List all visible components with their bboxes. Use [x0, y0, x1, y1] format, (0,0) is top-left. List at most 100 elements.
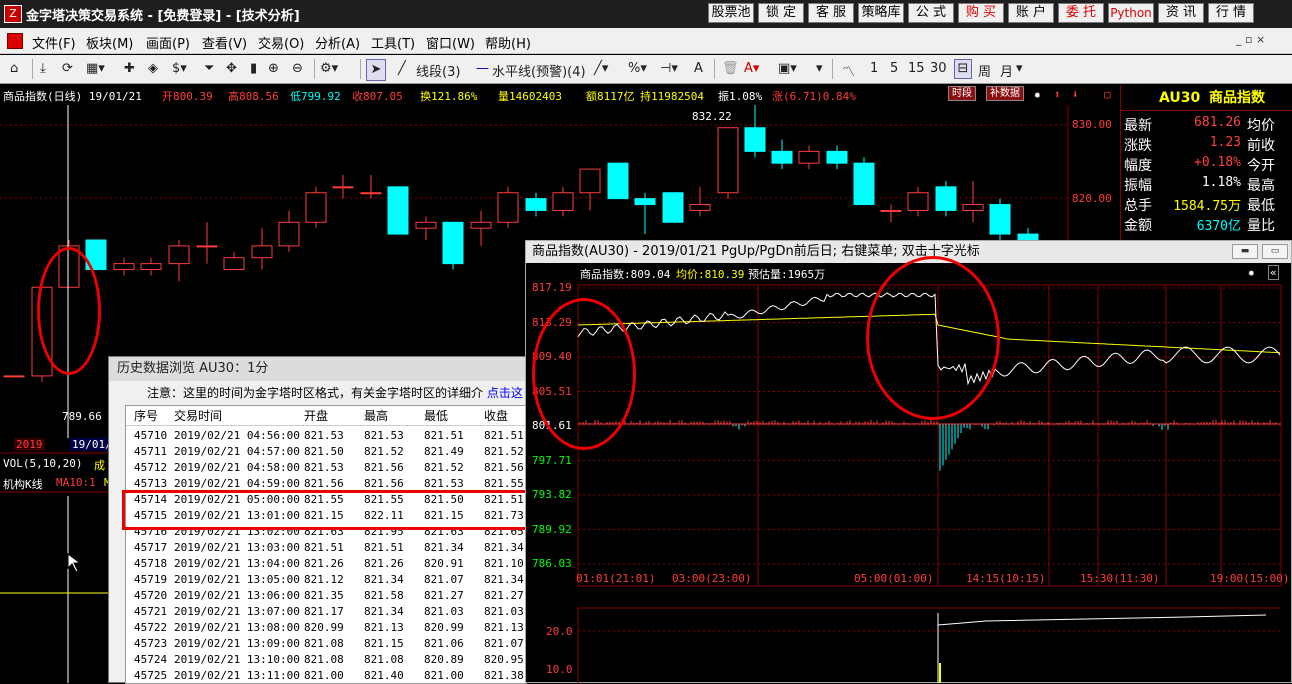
line-segment-icon[interactable]: ╱: [398, 61, 406, 76]
buy-button[interactable]: 购 买: [958, 3, 1004, 23]
vertical-bar-icon[interactable]: ⊣▾: [660, 61, 678, 76]
candle-body: [608, 163, 628, 198]
table-cell: 821.56: [304, 477, 344, 490]
save-icon[interactable]: ▣▾: [778, 61, 797, 76]
menu-screen[interactable]: 画面(P): [146, 33, 190, 52]
menu-trade[interactable]: 交易(O): [258, 33, 304, 52]
menu-help[interactable]: 帮助(H): [485, 33, 531, 52]
highlight-rectangle: [122, 490, 528, 530]
gear-icon[interactable]: ✹: [1034, 88, 1041, 101]
period-more-icon[interactable]: ▾: [1016, 61, 1023, 76]
quotes-button[interactable]: 行 情: [1208, 3, 1254, 23]
table-row[interactable]: 45722 2019/02/21 13:08:00 820.99 821.13 820.…: [126, 620, 527, 636]
arrow-down-icon[interactable]: ⬇: [1072, 88, 1079, 101]
intraday-title[interactable]: 商品指数(AU30) - 2019/01/21 PgUp/PgDn前后日; 右键…: [526, 241, 1291, 263]
menu-analysis[interactable]: 分析(A): [315, 33, 360, 52]
table-cell: 820.89: [424, 653, 464, 666]
text-tool-icon[interactable]: A: [694, 61, 703, 76]
python-button[interactable]: Python: [1108, 3, 1154, 23]
horizontal-line-tool[interactable]: 水平线(预警)(4): [492, 61, 586, 80]
lock-button[interactable]: 锁 定: [758, 3, 804, 23]
table-row[interactable]: 45724 2019/02/21 13:10:00 821.08 821.08 820.…: [126, 652, 527, 668]
menu-window[interactable]: 窗口(W): [426, 33, 475, 52]
col-index[interactable]: 序号: [134, 407, 158, 424]
formula-button[interactable]: 公 式: [908, 3, 954, 23]
percent-icon[interactable]: %▾: [628, 61, 647, 76]
history-note-link[interactable]: 点击这: [487, 386, 523, 400]
col-high[interactable]: 最高: [364, 407, 388, 424]
plus-icon[interactable]: ✚: [124, 61, 135, 76]
table-row[interactable]: 45720 2019/02/21 13:06:00 821.35 821.58 821.…: [126, 588, 527, 604]
bar-icon[interactable]: ▮: [250, 61, 257, 76]
table-row[interactable]: 45721 2019/02/21 13:07:00 821.17 821.34 821.…: [126, 604, 527, 620]
quote-key2: 均价: [1247, 115, 1275, 135]
col-close[interactable]: 收盘: [484, 407, 508, 424]
table-row[interactable]: 45725 2019/02/21 13:11:00 821.00 821.40 821.…: [126, 668, 527, 684]
col-open[interactable]: 开盘: [304, 407, 328, 424]
fill-data-badge[interactable]: 补数据: [986, 86, 1024, 101]
candle-body: [635, 199, 655, 205]
dollar-icon[interactable]: $▾: [172, 61, 187, 76]
more-icon[interactable]: ▾: [816, 61, 823, 76]
arrow-up-icon[interactable]: ⬆: [1054, 88, 1061, 101]
table-row[interactable]: 45711 2019/02/21 04:57:00 821.50 821.52 821.…: [126, 444, 527, 460]
period-15[interactable]: 15: [908, 61, 925, 76]
period-5[interactable]: 5: [890, 61, 898, 76]
candle-body: [197, 246, 217, 247]
table-row[interactable]: 45717 2019/02/21 13:03:00 821.51 821.51 821.…: [126, 540, 527, 556]
news-button[interactable]: 资 讯: [1158, 3, 1204, 23]
quote-key: 涨跌: [1124, 135, 1152, 155]
restore-button[interactable]: ▭: [1262, 244, 1288, 259]
zoom-in-icon[interactable]: ⊕: [268, 61, 279, 76]
table-row[interactable]: 45718 2019/02/21 13:04:00 821.26 821.26 820.…: [126, 556, 527, 572]
line-chart-icon[interactable]: 〽: [842, 61, 855, 80]
menu-file[interactable]: 文件(F): [32, 33, 76, 52]
font-color-icon[interactable]: A▾: [744, 61, 759, 76]
table-row[interactable]: 45719 2019/02/21 13:05:00 821.12 821.34 821.…: [126, 572, 527, 588]
settings-icon[interactable]: ⚙▾: [320, 61, 338, 76]
window-controls[interactable]: _ ▫ ×: [1236, 33, 1265, 46]
col-low[interactable]: 最低: [424, 407, 448, 424]
order-button[interactable]: 委 托: [1058, 3, 1104, 23]
minimize-button[interactable]: ▬: [1232, 244, 1258, 259]
horizontal-line-icon[interactable]: —: [476, 61, 489, 76]
support-button[interactable]: 客 服: [808, 3, 854, 23]
table-row[interactable]: 45710 2019/02/21 04:56:00 821.53 821.53 821.…: [126, 428, 527, 444]
app-menu-icon[interactable]: [7, 33, 23, 49]
candle-body: [224, 258, 244, 270]
collapse-icon[interactable]: «: [1268, 265, 1279, 280]
stock-pool-button[interactable]: 股票池: [708, 3, 754, 23]
menu-tools[interactable]: 工具(T): [371, 33, 415, 52]
line-segment-tool[interactable]: 线段(3): [416, 61, 460, 80]
intraday-gear-icon[interactable]: ✹: [1248, 266, 1255, 279]
home-icon[interactable]: ⌂: [10, 61, 18, 76]
strategy-library-button[interactable]: 策略库: [858, 3, 904, 23]
history-dialog-title[interactable]: 历史数据浏览 AU30：1分: [109, 357, 527, 381]
download-icon[interactable]: ⤓: [40, 61, 46, 76]
refresh-icon[interactable]: ⟳: [62, 61, 73, 76]
period-week[interactable]: 周: [978, 61, 991, 80]
zoom-out-icon[interactable]: ⊖: [292, 61, 303, 76]
col-time[interactable]: 交易时间: [174, 407, 222, 424]
maximize-icon[interactable]: ▢: [1104, 88, 1111, 101]
diamond-icon[interactable]: ◈: [148, 61, 158, 76]
chart-name: 商品指数(日线) 19/01/21: [3, 88, 142, 104]
period-30[interactable]: 30: [930, 61, 947, 76]
period-1[interactable]: 1: [870, 61, 878, 76]
grid-icon[interactable]: ▦▾: [86, 61, 105, 76]
table-row[interactable]: 45723 2019/02/21 13:09:00 821.08 821.15 821.…: [126, 636, 527, 652]
history-table[interactable]: 序号 交易时间 开盘 最高 最低 收盘 45710 2019/02/21 04:5…: [125, 405, 527, 684]
pointer-tool-icon[interactable]: ➤: [366, 59, 386, 81]
lower-chart[interactable]: [0, 436, 110, 683]
period-month[interactable]: 月: [1000, 61, 1013, 80]
menu-view[interactable]: 查看(V): [202, 33, 247, 52]
trash-icon[interactable]: 🗑: [722, 61, 739, 76]
table-row[interactable]: 45712 2019/02/21 04:58:00 821.53 821.56 821.…: [126, 460, 527, 476]
timeshare-badge[interactable]: 时段: [948, 86, 976, 101]
menu-sector[interactable]: 板块(M): [86, 33, 133, 52]
account-button[interactable]: 账 户: [1008, 3, 1054, 23]
daily-period-icon[interactable]: ⊟: [954, 59, 972, 79]
filter-icon[interactable]: ⏷: [204, 61, 214, 76]
move-icon[interactable]: ✥: [226, 61, 237, 76]
draw-line-icon[interactable]: ╱▾: [594, 61, 608, 76]
